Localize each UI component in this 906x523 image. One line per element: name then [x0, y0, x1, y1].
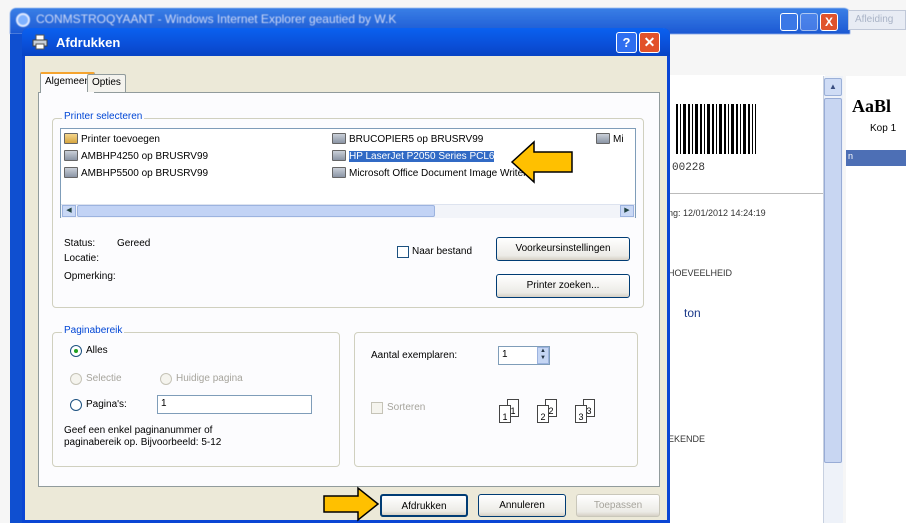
printer-icon — [332, 150, 346, 161]
cancel-button[interactable]: Annuleren — [478, 494, 566, 517]
printer-item[interactable]: Printer toevoegen — [64, 132, 160, 147]
range-selection-label: Selectie — [86, 373, 122, 384]
collate-page: 2 — [537, 405, 549, 423]
page-range-label: Paginabereik — [62, 325, 125, 336]
collate-page: 1 — [499, 405, 511, 423]
scrollbar-thumb[interactable] — [824, 98, 842, 463]
printer-item-label: AMBHP4250 op BRUSRV99 — [81, 151, 209, 162]
printer-item-selected[interactable]: HP LaserJet P2050 Series PCL6 — [332, 149, 495, 164]
document-footer-text: EKENDE — [668, 434, 706, 444]
browser-maximize-button[interactable] — [800, 13, 818, 31]
style-preview[interactable]: AaBl — [852, 96, 891, 117]
dialog-title: Afdrukken — [56, 35, 121, 50]
collate-checkbox[interactable] — [371, 402, 383, 414]
status-label: Status: — [64, 238, 96, 249]
browser-close-button[interactable]: X — [820, 13, 838, 31]
ie-icon — [16, 13, 30, 27]
scroll-left-icon[interactable]: ◀ — [62, 205, 76, 217]
to-file-checkbox[interactable] — [397, 246, 409, 258]
range-all-radio[interactable] — [70, 345, 82, 357]
range-pages-label: Pagina's: — [86, 399, 127, 410]
printer-item[interactable]: Microsoft Office Document Image Writer — [332, 166, 526, 181]
hscroll-thumb[interactable] — [77, 205, 435, 217]
range-selection-radio[interactable] — [70, 373, 82, 385]
dialog-title-bar: Afdrukken — [22, 28, 670, 56]
collate-illustration: 1 1 2 2 3 3 — [495, 395, 615, 435]
add-printer-icon — [64, 133, 78, 144]
document-qty-header: HOEVEELHEID — [668, 268, 733, 278]
styles-panel-bar: n — [846, 150, 906, 166]
range-pages-radio[interactable] — [70, 399, 82, 411]
collate-page: 3 — [575, 405, 587, 423]
range-hint-line1: Geef een enkel paginanummer of — [64, 425, 213, 436]
printer-group-label: Printer selecteren — [62, 111, 145, 122]
printer-icon — [64, 150, 78, 161]
browser-minimize-button[interactable] — [780, 13, 798, 31]
location-label: Locatie: — [64, 253, 100, 264]
print-button[interactable]: Afdrukken — [380, 494, 468, 517]
comment-label: Opmerking: — [64, 271, 116, 282]
copies-label: Aantal exemplaren: — [371, 350, 458, 361]
copies-spinner-icon[interactable]: ▲ ▼ — [537, 347, 549, 364]
document-unit: ton — [684, 306, 701, 320]
collate-label: Sorteren — [387, 402, 426, 413]
help-button[interactable]: ? — [616, 32, 637, 53]
browser-title: CONMSTROQYAANT - Windows Internet Explor… — [36, 12, 397, 26]
printer-item-label: Printer toevoegen — [81, 134, 160, 145]
range-current-radio[interactable] — [160, 373, 172, 385]
printer-icon — [596, 133, 610, 144]
annotation-arrow-right-icon — [323, 486, 380, 522]
printer-item-label: Microsoft Office Document Image Writer — [349, 168, 527, 179]
tab-options[interactable]: Opties — [87, 74, 126, 92]
preferences-button[interactable]: Voorkeursinstellingen — [496, 237, 630, 261]
range-all-label: Alles — [86, 345, 108, 356]
dialog-close-button[interactable]: ✕ — [639, 32, 660, 53]
styles-panel-bar-label: n — [848, 151, 854, 161]
browser-side-tab[interactable]: Afleiding — [848, 10, 906, 30]
apply-button[interactable]: Toepassen — [576, 494, 660, 517]
document-date: ng: 12/01/2012 14:24:19 — [668, 208, 766, 218]
find-printer-button[interactable]: Printer zoeken... — [496, 274, 630, 298]
barcode — [676, 104, 756, 154]
styles-panel — [846, 76, 906, 523]
scroll-up-icon[interactable]: ▲ — [824, 78, 842, 96]
printer-item[interactable]: BRUCOPIER5 op BRUSRV99 — [332, 132, 483, 147]
annotation-arrow-left-icon — [510, 140, 573, 184]
range-current-label: Huidige pagina — [176, 373, 243, 384]
printer-item-label: Mi — [613, 134, 624, 145]
status-value: Gereed — [117, 238, 151, 249]
printer-icon — [332, 167, 346, 178]
printer-item-label: AMBHP5500 op BRUSRV99 — [81, 168, 209, 179]
document-divider — [670, 193, 825, 194]
printer-item[interactable]: AMBHP5500 op BRUSRV99 — [64, 166, 208, 181]
printer-icon — [64, 167, 78, 178]
printer-item[interactable]: Mi — [596, 132, 624, 147]
scroll-right-icon[interactable]: ▶ — [620, 205, 634, 217]
document-number: 00228 — [672, 162, 706, 174]
printer-item[interactable]: AMBHP4250 op BRUSRV99 — [64, 149, 208, 164]
style-name: Kop 1 — [870, 123, 897, 134]
printer-icon — [32, 34, 48, 50]
range-hint-line2: paginabereik op. Bijvoorbeeld: 5-12 — [64, 437, 222, 448]
to-file-label: Naar bestand — [412, 246, 473, 257]
printer-item-label: HP LaserJet P2050 Series PCL6 — [349, 151, 495, 162]
pages-input[interactable]: 1 — [157, 395, 312, 414]
printer-icon — [332, 133, 346, 144]
printer-item-label: BRUCOPIER5 op BRUSRV99 — [349, 134, 484, 145]
